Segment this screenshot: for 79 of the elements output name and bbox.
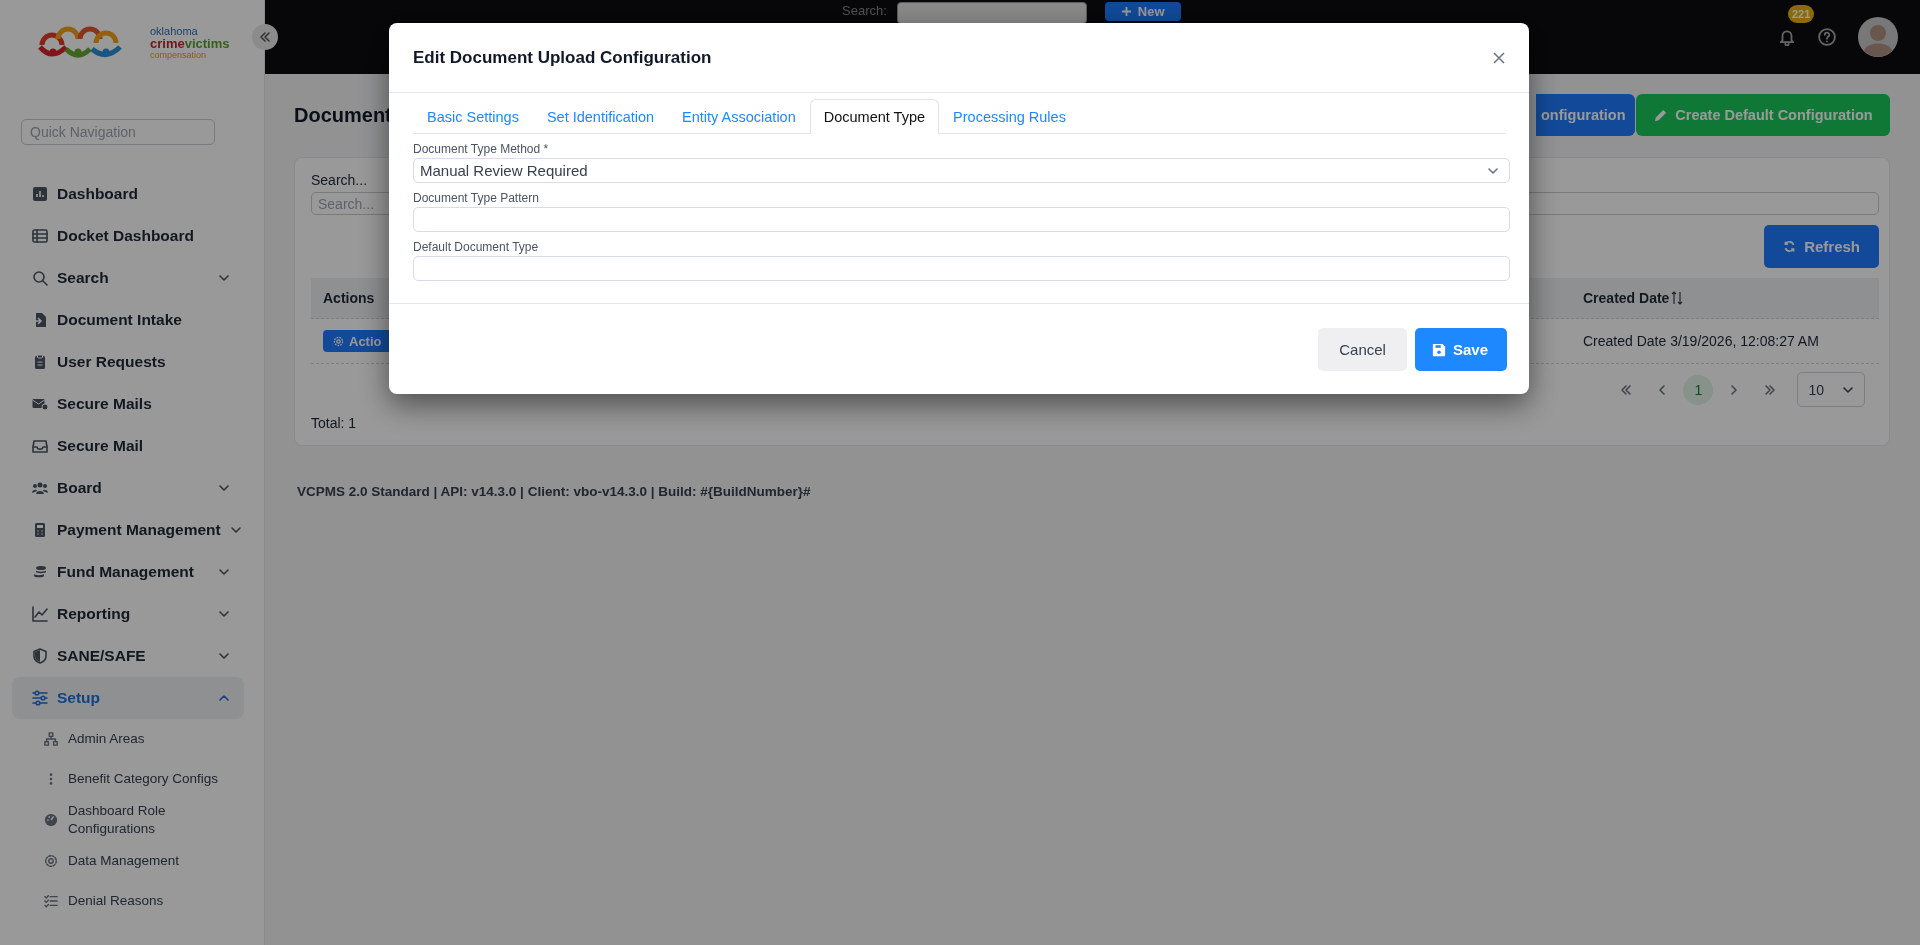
bar-chart-icon <box>32 186 48 202</box>
select-field[interactable]: Manual Review Required <box>413 158 1510 183</box>
sidebar-item[interactable]: SANE/SAFE <box>12 635 244 677</box>
table-cell: Created Date 3/19/2026, 12:08:27 AM <box>1583 333 1819 349</box>
logo-text: compensation <box>150 51 208 62</box>
pencil-icon <box>1653 107 1669 123</box>
sidebar-item[interactable]: Search <box>12 257 244 299</box>
sidebar-item[interactable]: Payment Management <box>12 509 244 551</box>
calculator-icon <box>32 522 48 538</box>
field-label: Document Type Pattern <box>413 191 540 205</box>
new-button[interactable]: New <box>1104 2 1181 21</box>
checklist-icon <box>44 894 58 909</box>
configuration-button[interactable]: onfiguration <box>1536 94 1635 136</box>
line-chart-icon <box>32 606 48 622</box>
sidebar-item[interactable]: Dashboard <box>12 173 244 215</box>
field-label: Default Document Type <box>413 240 540 254</box>
plus-icon <box>1120 6 1132 17</box>
sidebar-item[interactable]: Document Intake <box>12 299 244 341</box>
clipboard-icon <box>32 354 48 370</box>
envelope-check-icon <box>32 396 48 412</box>
dialog-title: Edit Document Upload Configuration <box>413 47 713 68</box>
total-count: Total: 1 <box>311 415 358 431</box>
people-icon <box>32 480 48 496</box>
last-page-icon <box>1764 383 1777 396</box>
tab[interactable]: Set Identification <box>532 99 669 133</box>
column-header: Actions <box>323 290 375 306</box>
notification-badge: 221 <box>1788 5 1815 23</box>
double-chevron-left-icon <box>259 31 271 43</box>
avatar-icon <box>1858 17 1898 57</box>
gauge-icon <box>44 813 58 828</box>
sliders-icon <box>32 690 48 706</box>
sidebar-subitem[interactable]: Admin Areas <box>12 719 244 759</box>
coins-icon <box>32 564 48 580</box>
page-size-select[interactable]: 10 <box>1797 372 1865 407</box>
search-field[interactable] <box>896 2 1087 24</box>
shield-icon <box>32 648 48 664</box>
refresh-icon <box>1783 240 1797 253</box>
inbox-icon <box>32 438 48 454</box>
first-page-icon <box>1620 383 1633 396</box>
refresh-button[interactable]: Refresh <box>1764 225 1879 268</box>
search-label: Search: <box>842 2 887 20</box>
tab[interactable]: Entity Association <box>668 99 810 133</box>
gear-icon <box>44 854 58 869</box>
help-button[interactable] <box>1818 28 1836 46</box>
page-button[interactable]: 1 <box>1683 374 1714 405</box>
close-icon <box>1493 51 1505 64</box>
table-icon <box>32 228 48 244</box>
tab[interactable]: Document Type <box>809 99 940 134</box>
sidebar-subitem[interactable]: Data Management <box>12 841 244 882</box>
sidebar-item[interactable]: Secure Mails <box>12 383 244 425</box>
save-button[interactable]: Save <box>1414 328 1507 371</box>
sidebar-subitem[interactable]: Denial Reasons <box>12 881 244 922</box>
gear-icon <box>333 335 344 347</box>
page-title: Document <box>294 103 392 127</box>
tab[interactable]: Processing Rules <box>939 99 1080 133</box>
logo-brand-name: crimevictims <box>150 36 230 51</box>
version-info: VCPMS 2.0 Standard | API: v14.3.0 | Client: vbo-v14.3.0 | Build: #{BuildNumber}# <box>296 484 812 499</box>
sidebar-item[interactable]: Fund Management <box>12 551 244 593</box>
sidebar-item[interactable]: Reporting <box>12 593 244 635</box>
tab[interactable]: Basic Settings <box>413 99 533 133</box>
sitemap-icon <box>44 732 58 746</box>
notifications-button[interactable] <box>1778 28 1796 46</box>
sidebar-item[interactable]: Secure Mail <box>12 425 244 467</box>
sidebar-item[interactable]: Board <box>12 467 244 509</box>
search-icon <box>32 270 48 286</box>
input-field[interactable] <box>413 207 1510 232</box>
bell-icon <box>1778 28 1796 46</box>
sidebar-subitem[interactable]: Benefit Category Configs <box>12 759 244 799</box>
field-label: Document Type Method * <box>413 142 550 156</box>
sidebar-item[interactable]: Setup <box>12 677 244 719</box>
quick-navigation-field[interactable]: Quick Navigation <box>21 119 215 145</box>
sidebar-item[interactable]: User Requests <box>12 341 244 383</box>
logo-text: oklahoma <box>150 24 199 37</box>
input-field[interactable] <box>413 256 1510 281</box>
sidebar-subitem[interactable]: Dashboard Role Configurations <box>12 799 244 842</box>
column-header: Created Date <box>1583 290 1670 306</box>
sidebar-item[interactable]: Docket Dashboard <box>12 215 244 257</box>
help-icon <box>1818 28 1836 46</box>
cancel-button[interactable]: Cancel <box>1318 328 1407 371</box>
